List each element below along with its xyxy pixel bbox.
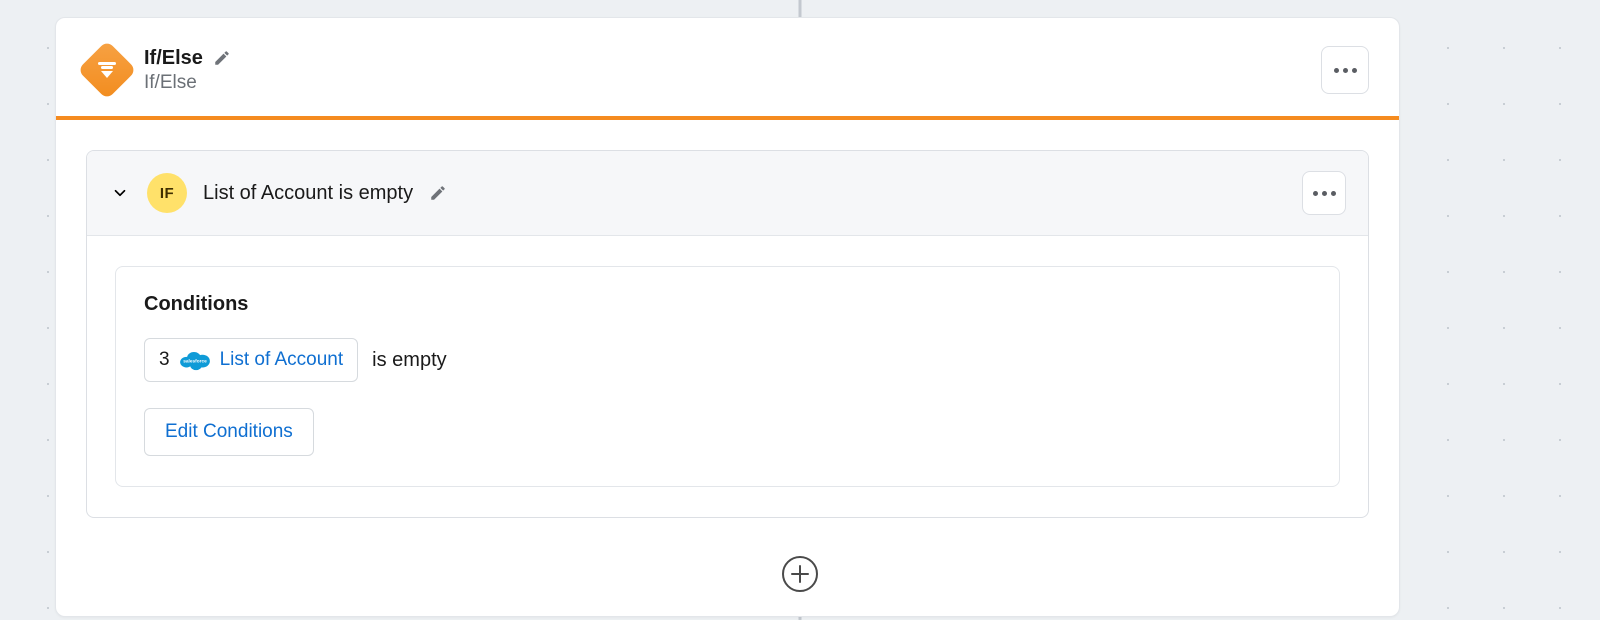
node-subtitle: If/Else [144,72,231,94]
node-title: If/Else [144,47,203,70]
if-else-node-card: If/Else If/Else IF List of Account is em… [55,17,1400,617]
collapse-branch-button[interactable] [109,182,131,204]
conditions-heading: Conditions [144,293,1311,316]
node-more-button[interactable] [1321,46,1369,94]
if-badge: IF [147,173,187,213]
branch-header: IF List of Account is empty [87,151,1368,236]
condition-operator: is empty [372,349,446,372]
edit-title-button[interactable] [213,49,231,67]
condition-variable-chip[interactable]: 3 salesforce List of Account [144,338,358,382]
salesforce-icon: salesforce [178,349,212,371]
if-branch-section: IF List of Account is empty Conditions 3 [86,150,1369,518]
pencil-icon [213,49,231,67]
node-header: If/Else If/Else [56,18,1399,116]
accent-divider [56,116,1399,120]
conditions-panel: Conditions 3 salesforce [115,266,1340,487]
condition-step-number: 3 [159,349,170,371]
condition-variable-name: List of Account [220,349,344,371]
connector-line-top [799,0,802,17]
branch-title: List of Account is empty [203,182,413,205]
edit-conditions-label: Edit Conditions [165,421,293,443]
plus-icon [790,564,810,584]
more-horizontal-icon [1313,191,1336,196]
condition-row: 3 salesforce List of Account [144,338,1311,382]
chevron-down-icon [111,184,129,202]
svg-text:salesforce: salesforce [183,359,207,365]
edit-branch-title-button[interactable] [429,184,447,202]
branch-more-button[interactable] [1302,171,1346,215]
more-horizontal-icon [1334,68,1357,73]
if-else-icon [77,40,136,99]
node-title-block: If/Else If/Else [144,47,231,94]
edit-conditions-button[interactable]: Edit Conditions [144,408,314,456]
pencil-icon [429,184,447,202]
add-node-button[interactable] [782,556,818,592]
